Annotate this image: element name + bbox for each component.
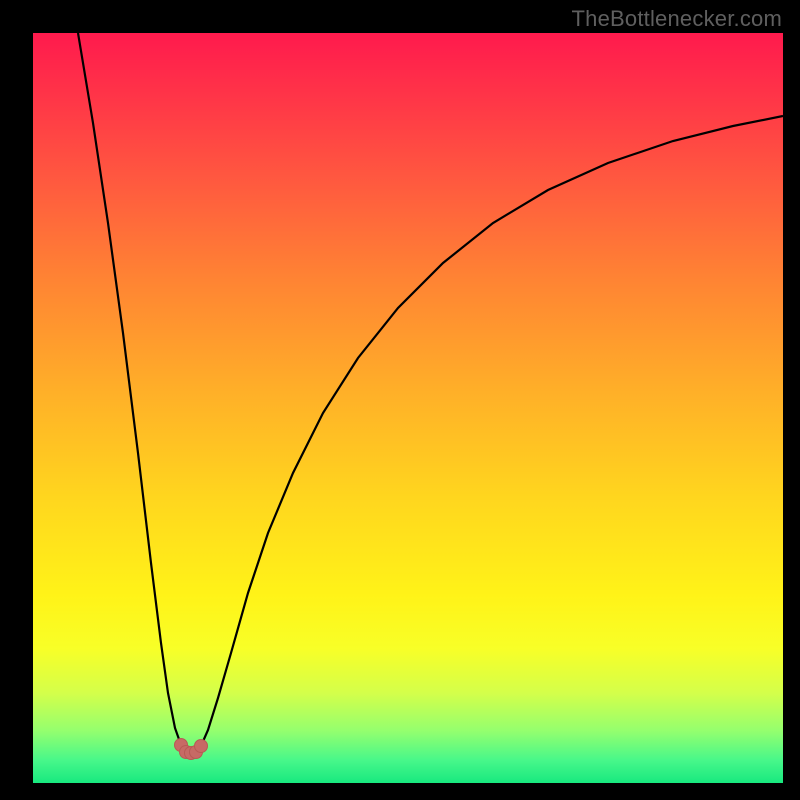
bottleneck-curve	[78, 33, 783, 753]
valley-marker-dot	[195, 740, 208, 753]
bottleneck-chart-svg	[33, 33, 783, 783]
valley-marker-group	[175, 739, 208, 760]
watermark-text: TheBottlenecker.com	[572, 6, 782, 32]
